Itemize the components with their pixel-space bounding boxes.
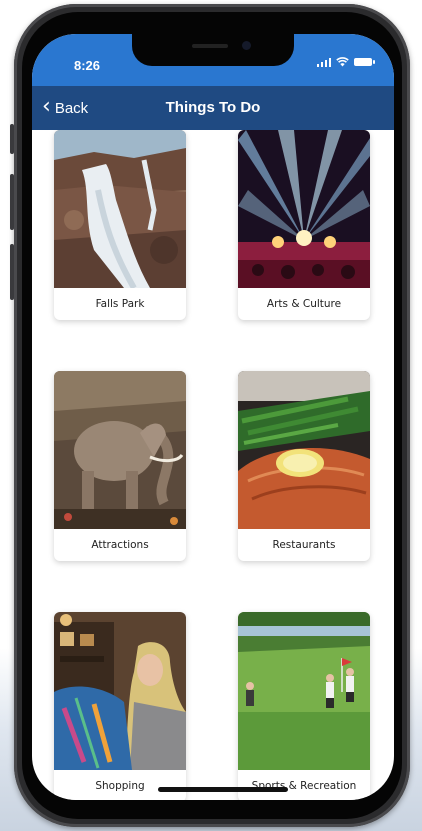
category-label: Sports & Recreation (251, 780, 357, 792)
battery-icon (354, 58, 375, 66)
category-card-falls-park[interactable]: Falls Park (54, 130, 186, 320)
category-card-arts-culture[interactable]: Arts & Culture (238, 130, 370, 320)
category-card-restaurants[interactable]: Restaurants (238, 371, 370, 561)
status-time: 8:26 (74, 58, 101, 73)
status-icons (316, 57, 375, 67)
category-card-attractions[interactable]: Attractions (54, 371, 186, 561)
front-camera (242, 41, 251, 50)
boutique-shopping-photo (54, 612, 186, 770)
mute-switch (10, 124, 14, 154)
category-label: Shopping (95, 780, 145, 792)
category-label: Falls Park (95, 298, 145, 310)
home-indicator[interactable] (158, 787, 288, 792)
earpiece-speaker (192, 44, 228, 48)
golf-course-photo (238, 612, 370, 770)
concert-stage-photo (238, 130, 370, 288)
category-label: Arts & Culture (266, 298, 342, 310)
category-label: Restaurants (272, 539, 336, 551)
signal-icon (316, 57, 331, 67)
camera-notch (132, 34, 294, 66)
category-card-sports-recreation[interactable]: Sports & Recreation (238, 612, 370, 800)
elephant-exhibit-photo (54, 371, 186, 529)
page-title: Things To Do (165, 99, 261, 116)
volume-up-button (10, 174, 14, 230)
volume-down-button (10, 244, 14, 300)
category-card-shopping[interactable]: Shopping (54, 612, 186, 800)
wifi-icon (336, 57, 349, 67)
navigation-bar: ‹ Back Things To Do (32, 86, 394, 130)
waterfall-photo (54, 130, 186, 288)
category-grid: Falls Park Arts & Culture Attractions Re… (32, 130, 394, 800)
category-label: Attractions (91, 539, 149, 551)
salmon-dish-photo (238, 371, 370, 529)
app-screen: 8:26 ‹ Back Things To Do Falls Park Arts… (32, 34, 394, 800)
